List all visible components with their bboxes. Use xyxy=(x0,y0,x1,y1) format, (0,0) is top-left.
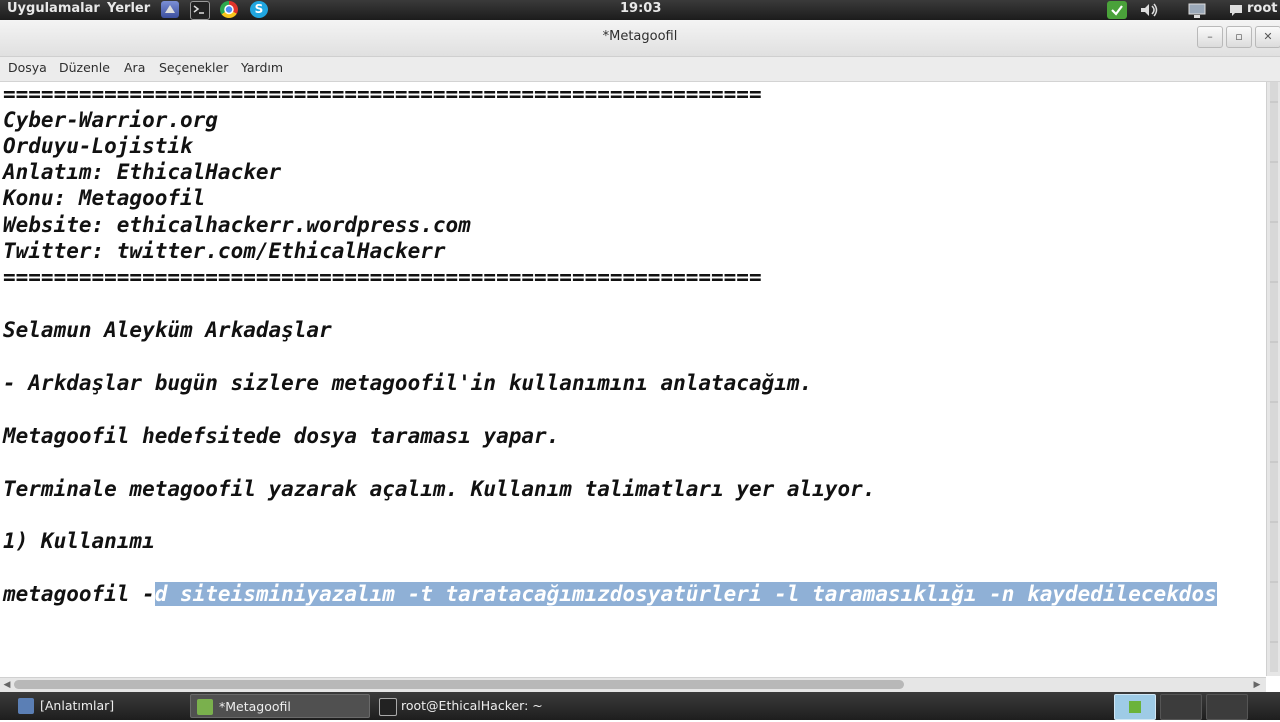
user-menu[interactable]: root xyxy=(1247,1,1278,16)
vertical-scrollbar[interactable] xyxy=(1266,82,1280,676)
applications-menu[interactable]: Uygulamalar xyxy=(7,1,100,16)
clock[interactable]: 19:03 xyxy=(620,1,661,16)
minimize-button[interactable]: – xyxy=(1197,26,1223,48)
text-line: Konu: Metagoofil xyxy=(3,186,206,210)
text-line: Website: ethicalhackerr.wordpress.com xyxy=(3,213,471,237)
workspace-1[interactable] xyxy=(1114,694,1156,720)
separator-line: ========================================… xyxy=(3,265,762,289)
scroll-left-arrow-icon[interactable]: ◀ xyxy=(0,678,14,692)
update-check-icon[interactable] xyxy=(1107,1,1127,19)
task-terminal[interactable]: root@EthicalHacker: ~ xyxy=(373,694,573,718)
menu-search[interactable]: Ara xyxy=(124,60,145,75)
text-line: Twitter: twitter.com/EthicalHackerr xyxy=(3,239,446,263)
text-line: - Arkdaşlar bugün sizlere metagoofil'in … xyxy=(3,371,813,395)
maximize-button[interactable]: ▫ xyxy=(1226,26,1252,48)
text-editor[interactable]: ========================================… xyxy=(0,82,1266,676)
close-button[interactable]: ✕ xyxy=(1255,26,1280,48)
menu-edit[interactable]: Düzenle xyxy=(59,60,110,75)
menu-file[interactable]: Dosya xyxy=(8,60,47,75)
text-line: Terminale metagoofil yazarak açalım. Kul… xyxy=(3,477,876,501)
taskbar: [Anlatımlar] *Metagoofil root@EthicalHac… xyxy=(0,692,1280,720)
network-icon[interactable] xyxy=(1186,1,1208,19)
volume-icon[interactable] xyxy=(1138,1,1160,19)
text-line: Anlatım: EthicalHacker xyxy=(3,160,282,184)
places-menu[interactable]: Yerler xyxy=(107,1,150,16)
terminal-icon xyxy=(379,698,397,716)
menu-options[interactable]: Seçenekler xyxy=(159,60,228,75)
text-line: Metagoofil hedefsitede dosya taraması ya… xyxy=(3,424,560,448)
text-line: Cyber-Warrior.org xyxy=(3,108,218,132)
folder-icon xyxy=(18,698,34,714)
task-label: root@EthicalHacker: ~ xyxy=(401,698,543,713)
selected-text: d siteisminiyazalım -t taratacağımızdosy… xyxy=(154,582,1217,606)
task-anlatimlar[interactable]: [Anlatımlar] xyxy=(12,694,187,718)
chat-icon[interactable] xyxy=(1228,1,1244,19)
scroll-right-arrow-icon[interactable]: ▶ xyxy=(1250,678,1264,692)
text-line: 1) Kullanımı xyxy=(3,529,155,553)
workspace-3[interactable] xyxy=(1206,694,1248,720)
usage-line: metagoofil -d siteisminiyazalım -t tarat… xyxy=(3,581,1217,607)
top-panel: Uygulamalar Yerler S 19:03 root xyxy=(0,0,1280,20)
task-label: *Metagoofil xyxy=(219,699,291,714)
usage-prefix: metagoofil - xyxy=(3,582,155,606)
window-titlebar[interactable]: *Metagoofil – ▫ ✕ xyxy=(0,20,1280,57)
separator-line: ========================================… xyxy=(3,82,762,106)
menu-help[interactable]: Yardım xyxy=(241,60,283,75)
menu-bar: Dosya Düzenle Ara Seçenekler Yardım xyxy=(0,57,1280,82)
horizontal-scrollbar[interactable]: ◀ ▶ xyxy=(0,677,1266,692)
workspace-2[interactable] xyxy=(1160,694,1202,720)
text-line: Orduyu-Lojistik xyxy=(3,134,193,158)
text-line: Selamun Aleyküm Arkadaşlar xyxy=(3,318,332,342)
window-title: *Metagoofil xyxy=(602,29,678,44)
horizontal-scroll-thumb[interactable] xyxy=(14,680,904,689)
task-label: [Anlatımlar] xyxy=(40,698,115,713)
skype-launcher-icon[interactable]: S xyxy=(250,1,268,18)
chrome-launcher-icon[interactable] xyxy=(220,1,238,18)
text-editor-icon xyxy=(197,699,213,715)
file-manager-launcher-icon[interactable] xyxy=(161,1,179,18)
terminal-launcher-icon[interactable] xyxy=(190,1,210,20)
task-metagoofil[interactable]: *Metagoofil xyxy=(190,694,370,718)
